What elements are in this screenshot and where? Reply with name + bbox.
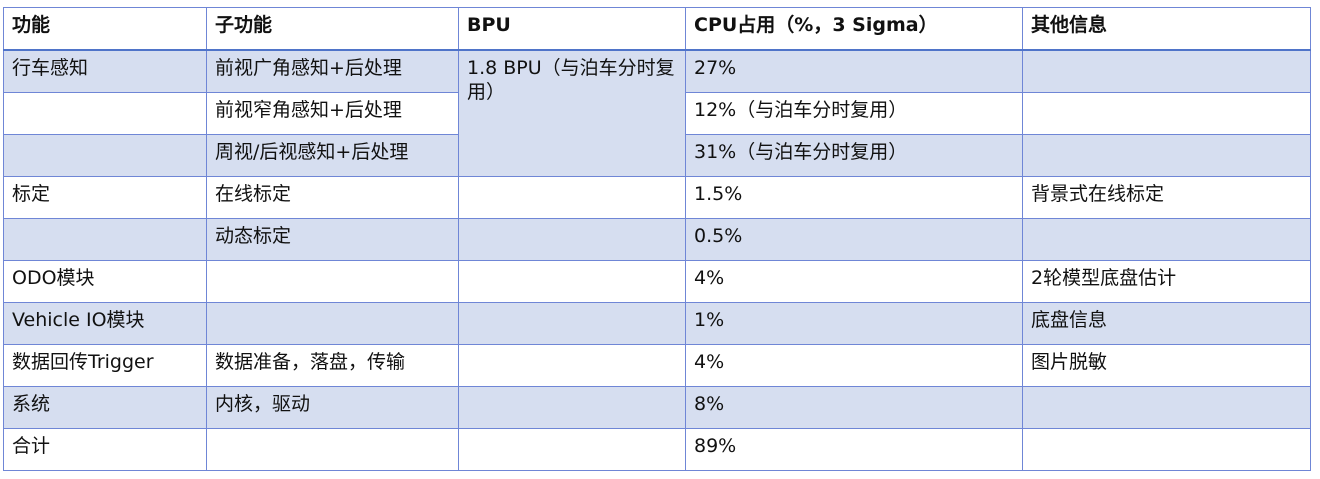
cell-subfunction: 前视广角感知+后处理 bbox=[206, 49, 459, 93]
cell-bpu bbox=[458, 176, 686, 219]
cell-info: 图片脱敏 bbox=[1022, 344, 1311, 387]
header-function: 功能 bbox=[3, 7, 207, 51]
cell-function: ODO模块 bbox=[3, 260, 207, 303]
cell-cpu: 89% bbox=[685, 428, 1023, 471]
cell-function: Vehicle IO模块 bbox=[3, 302, 207, 345]
header-cpu-usage: CPU占用（%，3 Sigma） bbox=[685, 7, 1023, 51]
cell-function: 行车感知 bbox=[3, 49, 207, 93]
cell-bpu bbox=[458, 344, 686, 387]
cell-function bbox=[3, 218, 207, 261]
cell-subfunction: 数据准备，落盘，传输 bbox=[206, 344, 459, 387]
cell-subfunction: 动态标定 bbox=[206, 218, 459, 261]
cell-cpu: 1% bbox=[685, 302, 1023, 345]
table-row: 系统 内核，驱动 8% bbox=[3, 386, 1311, 429]
cell-function: 合计 bbox=[3, 428, 207, 471]
cell-cpu: 1.5% bbox=[685, 176, 1023, 219]
cell-function: 标定 bbox=[3, 176, 207, 219]
cell-function: 系统 bbox=[3, 386, 207, 429]
cell-cpu: 8% bbox=[685, 386, 1023, 429]
cell-function: 数据回传Trigger bbox=[3, 344, 207, 387]
cell-subfunction bbox=[206, 260, 459, 303]
cell-subfunction: 周视/后视感知+后处理 bbox=[206, 134, 459, 177]
cell-info: 底盘信息 bbox=[1022, 302, 1311, 345]
cell-subfunction bbox=[206, 428, 459, 471]
table-row: 标定 在线标定 1.5% 背景式在线标定 bbox=[3, 176, 1311, 219]
cell-info bbox=[1022, 428, 1311, 471]
cell-cpu: 31%（与泊车分时复用） bbox=[685, 134, 1023, 177]
table-header-row: 功能 子功能 BPU CPU占用（%，3 Sigma） 其他信息 bbox=[3, 7, 1311, 51]
cell-bpu bbox=[458, 386, 686, 429]
cell-info bbox=[1022, 386, 1311, 429]
cell-subfunction: 在线标定 bbox=[206, 176, 459, 219]
cell-function bbox=[3, 92, 207, 135]
cell-bpu: 1.8 BPU（与泊车分时复用） bbox=[458, 49, 686, 177]
cell-bpu bbox=[458, 218, 686, 261]
cell-subfunction: 内核，驱动 bbox=[206, 386, 459, 429]
table-row: Vehicle IO模块 1% 底盘信息 bbox=[3, 302, 1311, 345]
header-subfunction: 子功能 bbox=[206, 7, 459, 51]
cell-info bbox=[1022, 218, 1311, 261]
table-row: 行车感知 前视广角感知+后处理 1.8 BPU（与泊车分时复用） 27% bbox=[3, 49, 1311, 177]
table-row: 数据回传Trigger 数据准备，落盘，传输 4% 图片脱敏 bbox=[3, 344, 1311, 387]
cpu-usage-table: 功能 子功能 BPU CPU占用（%，3 Sigma） 其他信息 行车感知 前视… bbox=[3, 7, 1311, 471]
table-row: 合计 89% bbox=[3, 428, 1311, 471]
cell-subfunction: 前视窄角感知+后处理 bbox=[206, 92, 459, 135]
cell-bpu bbox=[458, 428, 686, 471]
cell-subfunction bbox=[206, 302, 459, 345]
table-row: 动态标定 0.5% bbox=[3, 218, 1311, 261]
cell-cpu: 4% bbox=[685, 344, 1023, 387]
cell-cpu: 12%（与泊车分时复用） bbox=[685, 92, 1023, 135]
header-bpu: BPU bbox=[458, 7, 686, 51]
cell-info bbox=[1022, 134, 1311, 177]
cell-info bbox=[1022, 92, 1311, 135]
table-row: ODO模块 4% 2轮模型底盘估计 bbox=[3, 260, 1311, 303]
cell-bpu bbox=[458, 260, 686, 303]
cell-bpu bbox=[458, 302, 686, 345]
cell-cpu: 0.5% bbox=[685, 218, 1023, 261]
cell-info: 2轮模型底盘估计 bbox=[1022, 260, 1311, 303]
cell-info bbox=[1022, 49, 1311, 93]
cell-info: 背景式在线标定 bbox=[1022, 176, 1311, 219]
cell-function bbox=[3, 134, 207, 177]
cell-cpu: 27% bbox=[685, 49, 1023, 93]
cell-cpu: 4% bbox=[685, 260, 1023, 303]
header-other-info: 其他信息 bbox=[1022, 7, 1311, 51]
